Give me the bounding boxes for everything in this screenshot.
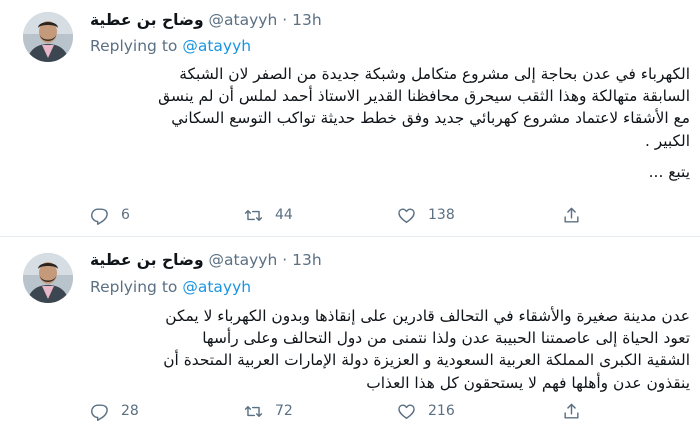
tweet-header: وضاح بن عطية @atayyh · 13h bbox=[90, 251, 680, 273]
reply-count: 28 bbox=[121, 403, 139, 419]
share-button[interactable] bbox=[562, 399, 581, 423]
reply-count: 6 bbox=[121, 207, 130, 223]
tweet-text-line: السابقة متهالكة وهذا الثقب سيحرق محافظنا… bbox=[158, 87, 690, 106]
replying-label: Replying to bbox=[90, 37, 178, 55]
avatar[interactable] bbox=[23, 253, 73, 303]
retweet-count: 44 bbox=[275, 207, 293, 223]
author-handle[interactable]: @atayyh bbox=[209, 11, 278, 29]
timestamp[interactable]: 13h bbox=[292, 11, 322, 29]
retweet-button[interactable]: 72 bbox=[244, 399, 293, 423]
avatar-image bbox=[23, 253, 73, 303]
author-name[interactable]: وضاح بن عطية bbox=[90, 11, 204, 29]
tweet-text-line: الكبير . bbox=[644, 131, 690, 150]
reply-icon bbox=[91, 207, 108, 225]
reply-button[interactable]: 28 bbox=[90, 399, 139, 423]
tweet-continuation: يتبع ... bbox=[648, 162, 690, 181]
avatar-image bbox=[23, 12, 73, 62]
retweet-button[interactable]: 44 bbox=[244, 203, 293, 227]
tweet-text-line: ينقذون عدن وأهلها فهم لا يستحقون كل هذا … bbox=[366, 373, 690, 392]
tweet[interactable]: وضاح بن عطية @atayyh · 13h Replying to @… bbox=[0, 0, 700, 237]
like-count: 216 bbox=[428, 403, 455, 419]
tweet[interactable]: وضاح بن عطية @atayyh · 13h Replying to @… bbox=[0, 238, 700, 441]
heart-icon bbox=[398, 403, 415, 419]
tweet-text: عدن مدينة صغيرة والأشقاء في التحالف قادر… bbox=[90, 305, 690, 394]
retweet-icon bbox=[244, 209, 263, 221]
share-button[interactable] bbox=[562, 203, 581, 227]
like-button[interactable]: 138 bbox=[397, 203, 455, 227]
avatar[interactable] bbox=[23, 12, 73, 62]
like-count: 138 bbox=[428, 207, 455, 223]
replying-mention-link[interactable]: @atayyh bbox=[182, 278, 251, 296]
author-name[interactable]: وضاح بن عطية bbox=[90, 251, 204, 269]
replying-to: Replying to @atayyh bbox=[90, 37, 251, 55]
tweet-text-line: تعود الحياة إلى عاصمتنا الحبيبة عدن ولذا… bbox=[202, 329, 690, 348]
share-icon bbox=[564, 207, 579, 223]
retweet-count: 72 bbox=[275, 403, 293, 419]
heart-icon bbox=[398, 207, 415, 223]
tweet-actions: 28 72 216 bbox=[90, 399, 680, 423]
timestamp[interactable]: 13h bbox=[292, 251, 322, 269]
share-icon bbox=[564, 403, 579, 419]
tweet-text-line: الكهرباء في عدن بحاجة إلى مشروع متكامل و… bbox=[179, 65, 690, 83]
like-button[interactable]: 216 bbox=[397, 399, 455, 423]
reply-button[interactable]: 6 bbox=[90, 203, 130, 227]
tweet-header: وضاح بن عطية @atayyh · 13h bbox=[90, 11, 680, 33]
separator-dot: · bbox=[282, 11, 288, 29]
author-handle[interactable]: @atayyh bbox=[209, 251, 278, 269]
tweet-text: الكهرباء في عدن بحاجة إلى مشروع متكامل و… bbox=[90, 63, 690, 183]
retweet-icon bbox=[244, 405, 263, 417]
replying-to: Replying to @atayyh bbox=[90, 278, 251, 296]
tweet-text-line: الشقية الكبرى المملكة العربية السعودية و… bbox=[163, 351, 690, 370]
reply-icon bbox=[91, 403, 108, 421]
replying-mention-link[interactable]: @atayyh bbox=[182, 37, 251, 55]
tweet-actions: 6 44 138 bbox=[90, 203, 680, 227]
separator-dot: · bbox=[282, 251, 288, 269]
tweet-text-line: عدن مدينة صغيرة والأشقاء في التحالف قادر… bbox=[165, 307, 690, 325]
replying-label: Replying to bbox=[90, 278, 178, 296]
tweet-text-line: مع الأشقاء لاعتماد مشروع كهربائي جديد وف… bbox=[171, 109, 690, 128]
